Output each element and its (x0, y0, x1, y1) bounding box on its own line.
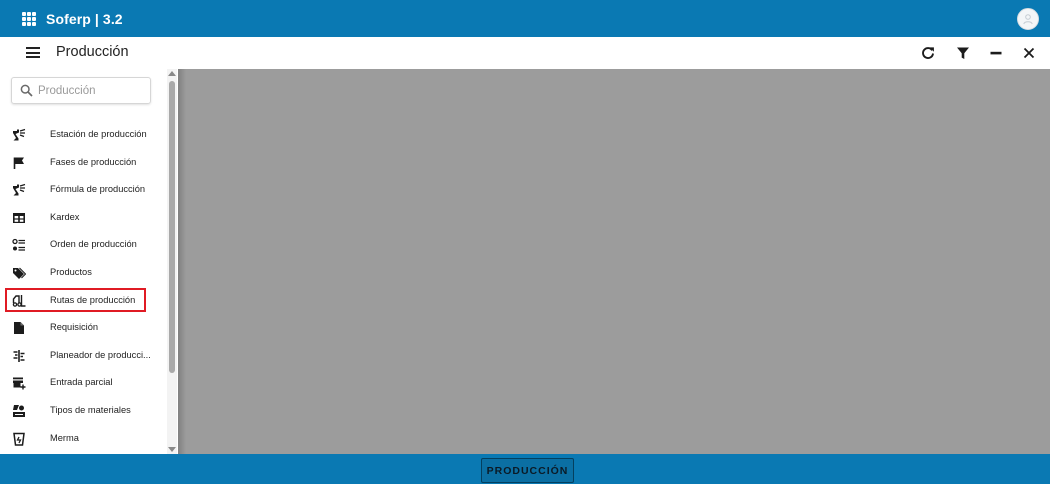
sidebar-item-label: Planeador de producci... (50, 349, 151, 360)
close-icon[interactable] (1019, 43, 1039, 63)
sidebar-item-tipos-de-materiales[interactable]: Tipos de materiales (0, 397, 168, 425)
user-icon (1023, 14, 1033, 25)
sidebar-item-label: Fórmula de producción (50, 184, 146, 195)
app-header: Soferp | 3.2 (0, 0, 1050, 37)
sidebar-item-fases-de-produccion[interactable]: Fases de producción (0, 149, 168, 177)
sidebar-menu: Estación de producción Fases de producci… (0, 121, 168, 452)
table-icon (13, 212, 25, 223)
sidebar-item-requisicion[interactable]: Requisición (0, 314, 168, 342)
main-content-area (178, 69, 1050, 454)
production-station-icon (13, 128, 26, 141)
sidebar-item-label: Requisición (50, 322, 99, 333)
sidebar-item-productos[interactable]: Productos (0, 259, 168, 287)
sidebar-item-estacion-de-produccion[interactable]: Estación de producción (0, 121, 168, 149)
sidebar-item-label: Merma (50, 432, 79, 443)
sidebar-item-label: Fases de producción (50, 156, 137, 167)
app-title: Soferp | 3.2 (46, 10, 123, 27)
forklift-icon (12, 294, 26, 307)
store-add-icon (13, 377, 26, 390)
flag-icon (13, 157, 24, 169)
materials-icon (13, 404, 25, 417)
scroll-thumb[interactable] (169, 81, 175, 373)
search-input[interactable] (38, 84, 138, 97)
sidebar-item-planeador-de-produccion[interactable]: Planeador de producci... (0, 342, 168, 370)
sidebar-item-label: Productos (50, 266, 92, 277)
app-window: Soferp | 3.2 Producción Producción Estac… (0, 0, 1050, 484)
document-icon (14, 322, 24, 335)
sidebar-item-merma[interactable]: Merma (0, 425, 168, 453)
sidebar-item-label: Rutas de producción (50, 294, 136, 305)
scroll-up-arrow-icon[interactable] (168, 71, 176, 76)
sidebar-item-label: Kardex (50, 211, 80, 222)
waste-bin-icon (13, 432, 25, 446)
sidebar-item-formula-de-produccion[interactable]: Fórmula de producción (0, 176, 168, 204)
planner-icon (13, 349, 25, 362)
list-order-icon (12, 239, 25, 252)
filter-icon[interactable] (953, 43, 973, 63)
sidebar-item-orden-de-produccion[interactable]: Orden de producción (0, 231, 168, 259)
refresh-icon[interactable] (918, 43, 938, 63)
search-icon (20, 84, 33, 97)
scroll-down-arrow-icon[interactable] (168, 447, 176, 452)
produccion-button[interactable]: PRODUCCIÓN (481, 458, 574, 483)
page-title: Producción (56, 44, 129, 60)
sidebar-item-label: Tipos de materiales (50, 404, 131, 415)
production-formula-icon (13, 184, 26, 196)
sidebar-item-label: Orden de producción (50, 239, 137, 250)
sidebar-item-label: Entrada parcial (50, 377, 113, 388)
user-avatar[interactable] (1017, 8, 1039, 30)
search-box (11, 77, 151, 104)
footer-bar: PRODUCCIÓN (0, 454, 1050, 484)
minimize-icon[interactable] (986, 43, 1006, 63)
page-toolbar: Producción (0, 37, 1050, 69)
sidebar-shadow (178, 69, 186, 454)
sidebar-item-kardex[interactable]: Kardex (0, 204, 168, 232)
sidebar-scrollbar[interactable] (167, 69, 177, 454)
apps-grid-icon[interactable] (22, 11, 36, 26)
sidebar-item-rutas-de-produccion[interactable]: Rutas de producción (0, 287, 168, 315)
hamburger-menu-icon[interactable] (26, 47, 40, 58)
sidebar: Estación de producción Fases de producci… (0, 69, 178, 454)
sidebar-item-label: Estación de producción (50, 129, 147, 139)
tags-icon (13, 267, 26, 279)
sidebar-item-entrada-parcial[interactable]: Entrada parcial (0, 369, 168, 397)
